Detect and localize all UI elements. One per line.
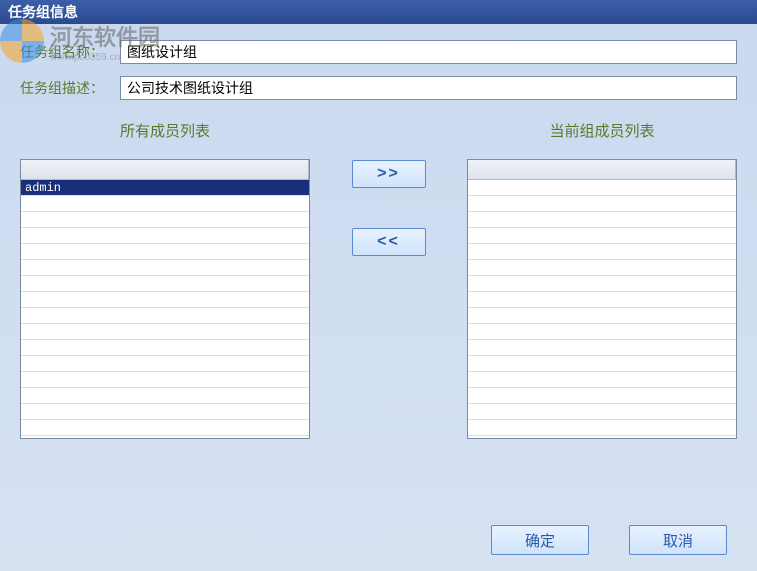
form-row-name: 任务组名称： bbox=[20, 40, 737, 64]
list-item-empty bbox=[468, 308, 736, 324]
list-item-empty bbox=[21, 420, 309, 436]
current-members-listbox[interactable] bbox=[467, 159, 737, 439]
list-item-empty bbox=[21, 388, 309, 404]
list-item-empty bbox=[21, 196, 309, 212]
current-members-column: 当前组成员列表 bbox=[467, 120, 737, 439]
all-members-listbox[interactable]: admin bbox=[20, 159, 310, 439]
list-item-empty bbox=[468, 388, 736, 404]
list-item-empty bbox=[21, 308, 309, 324]
list-item-empty bbox=[468, 180, 736, 196]
form-row-desc: 任务组描述： bbox=[20, 76, 737, 100]
current-members-body bbox=[468, 180, 736, 439]
list-item-empty bbox=[468, 228, 736, 244]
cancel-button[interactable]: 取消 bbox=[629, 525, 727, 555]
all-members-column: 所有成员列表 admin bbox=[20, 120, 310, 439]
list-item-empty bbox=[468, 324, 736, 340]
lists-area: 所有成员列表 admin bbox=[20, 120, 737, 439]
dialog-body: 任务组名称： 任务组描述： 所有成员列表 admin bbox=[0, 24, 757, 571]
all-members-title: 所有成员列表 bbox=[120, 120, 210, 141]
list-item-empty bbox=[468, 196, 736, 212]
listbox-header bbox=[468, 160, 736, 180]
list-item[interactable]: admin bbox=[21, 180, 309, 196]
list-item-empty bbox=[21, 324, 309, 340]
list-item-empty bbox=[468, 420, 736, 436]
list-item-empty bbox=[468, 276, 736, 292]
listbox-header bbox=[21, 160, 309, 180]
list-item-empty bbox=[21, 244, 309, 260]
list-item-empty bbox=[468, 212, 736, 228]
list-item-empty bbox=[21, 340, 309, 356]
list-item-empty bbox=[21, 356, 309, 372]
name-label: 任务组名称： bbox=[20, 42, 120, 62]
list-item-empty bbox=[468, 372, 736, 388]
all-members-body: admin bbox=[21, 180, 309, 439]
desc-input[interactable] bbox=[120, 76, 737, 100]
list-item-empty bbox=[468, 292, 736, 308]
list-item-empty bbox=[21, 228, 309, 244]
add-member-button[interactable]: >> bbox=[352, 160, 426, 188]
list-item-empty bbox=[468, 404, 736, 420]
name-input[interactable] bbox=[120, 40, 737, 64]
list-item-empty bbox=[468, 260, 736, 276]
list-item-empty bbox=[21, 260, 309, 276]
window-title: 任务组信息 bbox=[8, 2, 78, 22]
ok-button[interactable]: 确定 bbox=[491, 525, 589, 555]
list-item-empty bbox=[21, 292, 309, 308]
transfer-buttons: >> << bbox=[310, 120, 467, 256]
current-members-title: 当前组成员列表 bbox=[549, 120, 654, 141]
remove-member-button[interactable]: << bbox=[352, 228, 426, 256]
listbox-header-col bbox=[21, 160, 309, 179]
titlebar: 任务组信息 bbox=[0, 0, 757, 24]
chevron-left-icon: << bbox=[377, 233, 400, 251]
chevron-right-icon: >> bbox=[377, 165, 400, 183]
dialog-buttons: 确定 取消 bbox=[491, 525, 727, 555]
list-item-empty bbox=[468, 356, 736, 372]
desc-label: 任务组描述： bbox=[20, 78, 120, 98]
list-item-empty bbox=[21, 404, 309, 420]
list-item-empty bbox=[468, 340, 736, 356]
listbox-header-col bbox=[468, 160, 736, 179]
list-item-empty bbox=[21, 212, 309, 228]
list-item-empty bbox=[468, 244, 736, 260]
list-item-empty bbox=[21, 276, 309, 292]
list-item-empty bbox=[21, 372, 309, 388]
